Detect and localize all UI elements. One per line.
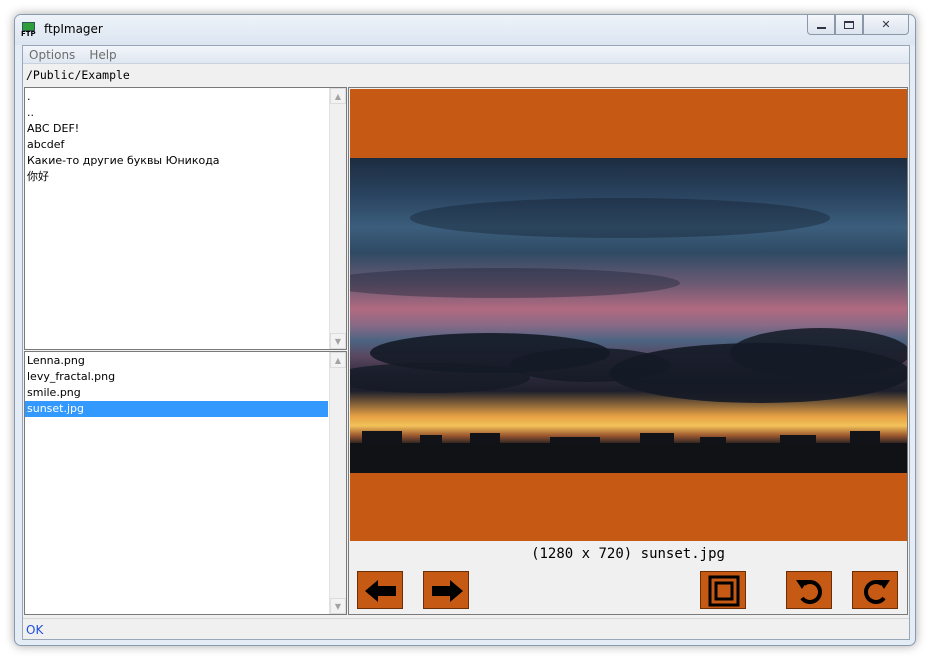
minimize-button[interactable]: [807, 15, 835, 35]
directory-item[interactable]: ABC DEF!: [25, 121, 328, 137]
sunset-image: [350, 158, 907, 473]
directory-item[interactable]: .: [25, 89, 328, 105]
scroll-up-arrow-icon[interactable]: ▲: [330, 352, 346, 368]
arrow-left-icon: [365, 580, 396, 602]
image-caption: (1280 x 720) sunset.jpg: [531, 546, 725, 562]
file-scrollbar[interactable]: ▲ ▼: [329, 352, 346, 614]
previous-image-button[interactable]: [357, 571, 403, 609]
close-icon: ✕: [881, 18, 891, 31]
rotate-left-button[interactable]: [786, 571, 832, 609]
title-bar[interactable]: FTP ftpImager ✕: [15, 15, 915, 45]
arrow-right-icon: [432, 580, 463, 602]
close-button[interactable]: ✕: [863, 15, 909, 35]
file-item[interactable]: levy_fractal.png: [25, 369, 328, 385]
client-area: Options Help /Public/Example ... ABC DEF!…: [22, 45, 910, 640]
file-item[interactable]: Lenna.png: [25, 353, 328, 369]
file-item[interactable]: sunset.jpg: [25, 401, 328, 417]
current-path: /Public/Example: [26, 68, 130, 82]
scroll-down-arrow-icon[interactable]: ▼: [330, 598, 346, 614]
minimize-icon: [816, 26, 826, 29]
rotate-left-icon: [796, 580, 822, 604]
directory-item[interactable]: 你好: [25, 169, 328, 185]
app-window: FTP ftpImager ✕ Options Help /Public/Exa…: [14, 14, 916, 646]
maximize-icon: [844, 20, 854, 29]
window-title: ftpImager: [44, 22, 103, 36]
ftp-app-icon[interactable]: FTP: [21, 22, 37, 38]
directory-list[interactable]: ... ABC DEF! abcdef Какие-то другие буквы Ю…: [24, 87, 347, 350]
directory-item[interactable]: Какие-то другие буквы Юникода: [25, 153, 328, 169]
status-bar: OK: [23, 618, 909, 640]
window-controls: ✕: [807, 15, 909, 35]
directory-item[interactable]: ..: [25, 105, 328, 121]
menu-bar: Options Help: [23, 46, 909, 64]
directory-scrollbar[interactable]: ▲ ▼: [329, 88, 346, 349]
file-list[interactable]: Lenna.png levy_fractal.png smile.png sunset…: [24, 351, 347, 615]
fit-frame-icon: [708, 575, 740, 607]
file-items: Lenna.png levy_fractal.png smile.png sunset…: [25, 353, 328, 417]
rotate-right-button[interactable]: [852, 571, 898, 609]
next-image-button[interactable]: [423, 571, 469, 609]
menu-options[interactable]: Options: [29, 48, 75, 62]
maximize-button[interactable]: [835, 15, 863, 35]
image-viewer: (1280 x 720) sunset.jpg: [348, 87, 908, 615]
rotate-right-icon: [864, 580, 890, 604]
directory-item[interactable]: abcdef: [25, 137, 328, 153]
scroll-up-arrow-icon[interactable]: ▲: [330, 88, 346, 104]
menu-help[interactable]: Help: [89, 48, 116, 62]
city-skyline: [350, 443, 907, 473]
file-item[interactable]: smile.png: [25, 385, 328, 401]
directory-items: ... ABC DEF! abcdef Какие-то другие буквы Ю…: [25, 89, 328, 185]
fit-to-window-button[interactable]: [700, 571, 746, 609]
scroll-down-arrow-icon[interactable]: ▼: [330, 333, 346, 349]
image-canvas: [350, 89, 907, 541]
ftp-icon-label: FTP: [21, 30, 36, 38]
